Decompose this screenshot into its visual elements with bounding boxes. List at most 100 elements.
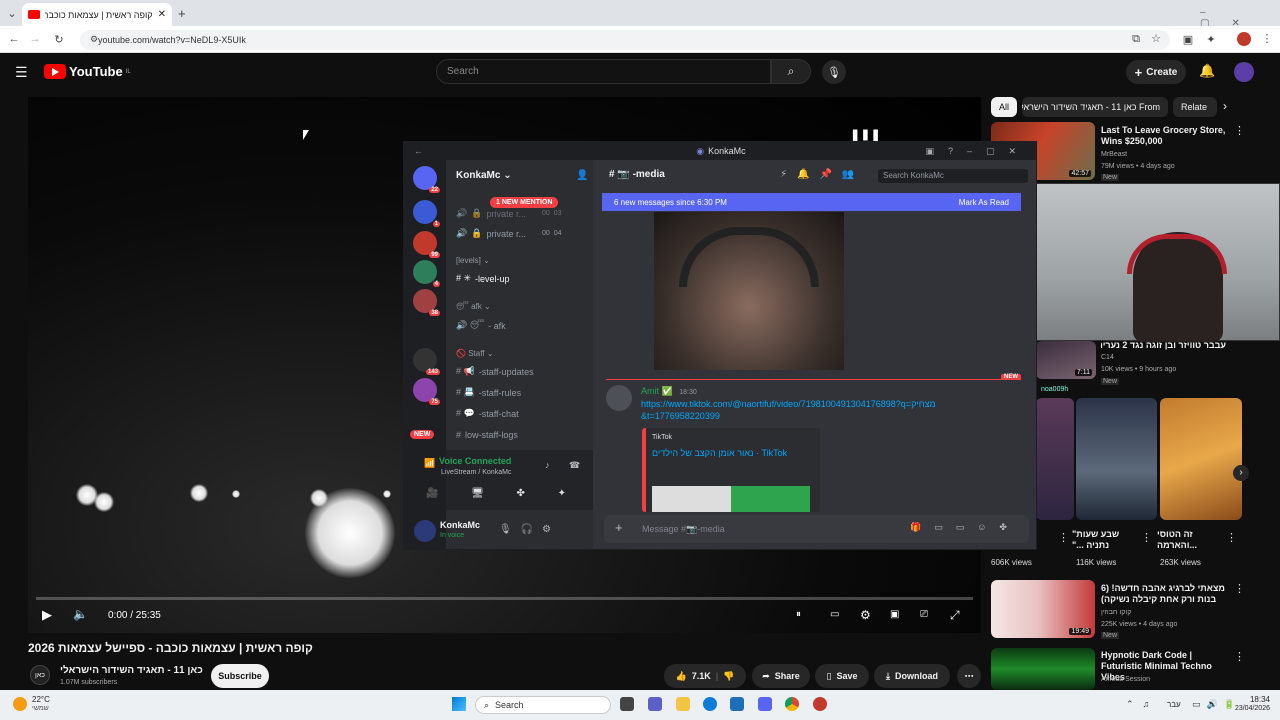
chevron-right-icon[interactable]: ›: [1223, 99, 1227, 113]
channel-avatar[interactable]: כאן: [30, 665, 50, 685]
embed-image[interactable]: [652, 486, 810, 512]
store-icon[interactable]: [730, 697, 744, 711]
discord-window[interactable]: ← ◉ KonkaMc ▣?–▢✕ 22 1 99 4 38 143 75 NE…: [403, 141, 1037, 550]
search-button[interactable]: ⌕: [771, 59, 811, 84]
channel-staff-chat[interactable]: # 💬 -staff-chat: [456, 408, 519, 419]
windows-start-icon[interactable]: [452, 697, 466, 711]
channel-name[interactable]: MrBeast: [1101, 151, 1127, 158]
server-icon[interactable]: 143: [413, 348, 440, 375]
dm-home-icon[interactable]: 22: [413, 166, 440, 193]
thumbs-down-icon[interactable]: 👎: [723, 671, 734, 682]
settings-gear-icon[interactable]: ⚙: [860, 608, 871, 622]
weather-temp[interactable]: 22°C: [32, 695, 50, 704]
server-icon[interactable]: 38: [413, 289, 440, 316]
site-info-icon[interactable]: ⚙: [86, 34, 102, 45]
app-taskbar-icon[interactable]: [813, 697, 827, 711]
youtube-search-input[interactable]: Search: [436, 59, 771, 84]
category-afk[interactable]: 😴 afk ⌄: [456, 302, 491, 311]
noise-suppression-icon[interactable]: ♪: [545, 460, 550, 470]
subscribe-button[interactable]: Subscribe: [211, 664, 269, 688]
share-button[interactable]: ➦ Share: [752, 664, 810, 688]
video-title[interactable]: Last To Leave Grocery Store, Wins $250,0…: [1101, 125, 1231, 147]
voice-connected-label[interactable]: Voice Connected: [439, 456, 511, 466]
microphone-icon[interactable]: 🎙: [499, 524, 512, 535]
reload-icon[interactable]: ↻: [51, 33, 67, 46]
autoplay-toggle-icon[interactable]: ⏸: [796, 609, 801, 620]
new-pill[interactable]: NEW: [410, 430, 435, 439]
tab-list-icon[interactable]: ⌄: [4, 7, 20, 20]
new-tab-button[interactable]: +: [178, 6, 186, 21]
profile-avatar[interactable]: [1237, 32, 1251, 46]
compose-tool-icons[interactable]: 🎁▭▭☺✤: [910, 522, 1020, 533]
weather-sun-icon[interactable]: [13, 697, 27, 711]
fullscreen-icon[interactable]: ⤢: [950, 608, 960, 623]
voice-channel[interactable]: 🔊 🔒 private r... 00 04: [456, 228, 562, 239]
user-avatar[interactable]: [414, 520, 436, 542]
video-progress-bar[interactable]: [36, 597, 973, 600]
discord-window-controls[interactable]: ▣?–▢✕: [925, 146, 1030, 157]
back-arrow-icon[interactable]: ←: [414, 146, 423, 156]
edge-icon[interactable]: [703, 697, 717, 711]
server-icon[interactable]: 1: [413, 200, 440, 227]
miniplayer-icon[interactable]: ▣: [890, 609, 899, 620]
save-button[interactable]: ▯ Save: [815, 664, 869, 688]
header-icons[interactable]: ⚡🔔📌👥: [780, 169, 864, 180]
file-explorer-icon[interactable]: [676, 697, 690, 711]
browser-tab-youtube[interactable]: קופה ראשית | עצמאות כוכבה ✕: [22, 3, 172, 26]
clock-date[interactable]: 23/04/2026: [1226, 705, 1270, 712]
video-title[interactable]: מצאתי לברגיג אהבה חדשה! (6 בנות ורק אחת …: [1101, 583, 1229, 605]
camera-icon[interactable]: 🎥: [426, 488, 438, 499]
channel-name[interactable]: כאן 11 - תאגיד השידור הישראלי: [60, 665, 203, 676]
more-options-icon[interactable]: ⋮: [1141, 531, 1152, 544]
more-options-icon[interactable]: ⋮: [1234, 124, 1245, 137]
channel-afk[interactable]: 🔊 😴 - afk: [456, 320, 506, 331]
voice-search-button[interactable]: 🎙: [822, 60, 846, 84]
video-title[interactable]: עבבר טוויזר ובן זוגה נגד 2 נערים ...: [1101, 340, 1226, 351]
more-options-icon[interactable]: ⋮: [1226, 531, 1237, 544]
soundboard-icon[interactable]: ✦: [558, 488, 566, 499]
voice-channel-path[interactable]: LiveStream / KonkaMc: [441, 469, 511, 476]
chrome-menu-icon[interactable]: ⋮: [1259, 32, 1275, 45]
install-icon[interactable]: ⧉: [1128, 33, 1144, 46]
chip-related[interactable]: Relate: [1173, 97, 1217, 117]
notifications-bell-icon[interactable]: 🔔: [1199, 63, 1215, 79]
new-mention-pill[interactable]: 1 NEW MENTION: [490, 197, 559, 208]
subtitles-icon[interactable]: ▭: [830, 609, 839, 620]
headphones-icon[interactable]: 🎧: [521, 524, 533, 535]
short-title[interactable]: זה הטוסי ...והארמה הייחוד: [1157, 529, 1221, 551]
attach-plus-icon[interactable]: +: [615, 520, 623, 535]
server-icon[interactable]: 99: [413, 231, 440, 258]
teams-icon[interactable]: [648, 697, 662, 711]
more-options-icon[interactable]: ⋮: [1234, 582, 1245, 595]
close-tab-icon[interactable]: ✕: [158, 9, 166, 20]
like-button[interactable]: 👍 7.1K | 👎: [664, 664, 746, 688]
short-thumbnail[interactable]: [1036, 398, 1074, 520]
channel-staff-updates[interactable]: # 📢 -staff-updates: [456, 366, 534, 377]
user-name[interactable]: KonkaMc: [440, 520, 480, 530]
server-name[interactable]: KonkaMc ⌄: [456, 170, 512, 181]
shorts-next-icon[interactable]: ›: [1233, 465, 1249, 481]
channel-staff-rules[interactable]: # 📇 -staff-rules: [456, 387, 521, 398]
mark-as-read-button[interactable]: Mark As Read: [959, 198, 1009, 207]
download-button[interactable]: ⤓ Download: [874, 664, 950, 688]
create-button[interactable]: + Create: [1126, 60, 1186, 84]
tray-icons[interactable]: ⌃♫: [1126, 699, 1158, 710]
more-options-icon[interactable]: ⋮: [1234, 650, 1245, 663]
short-thumbnail[interactable]: [1160, 398, 1242, 520]
channel-level-up[interactable]: # ✳ -level-up: [456, 273, 510, 284]
embed-title[interactable]: TikTok · נאור אומן הקצב של הילדים: [652, 448, 812, 458]
short-thumbnail[interactable]: [1076, 398, 1157, 520]
cast-icon[interactable]: ⎚: [920, 609, 928, 620]
task-view-icon[interactable]: [620, 697, 634, 711]
category-staff[interactable]: 🚫 Staff ⌄: [456, 349, 493, 358]
short-title[interactable]: שבע שעות" נתניה ...": [1072, 529, 1134, 551]
channel-name[interactable]: Amoda Session: [1101, 676, 1150, 683]
chip-from-channel[interactable]: From כאן 11 - תאגיד השידור הישראלי: [1022, 97, 1168, 117]
disconnect-icon[interactable]: ☎: [569, 460, 580, 471]
category-levels[interactable]: [levels] ⌄: [456, 256, 490, 265]
channel-name[interactable]: C14: [1101, 354, 1114, 361]
chip-all[interactable]: All: [991, 97, 1018, 117]
channel-name[interactable]: קוקו חבוזין: [1101, 609, 1131, 616]
chrome-taskbar-icon[interactable]: [785, 697, 799, 711]
input-language[interactable]: עבר: [1167, 700, 1181, 709]
